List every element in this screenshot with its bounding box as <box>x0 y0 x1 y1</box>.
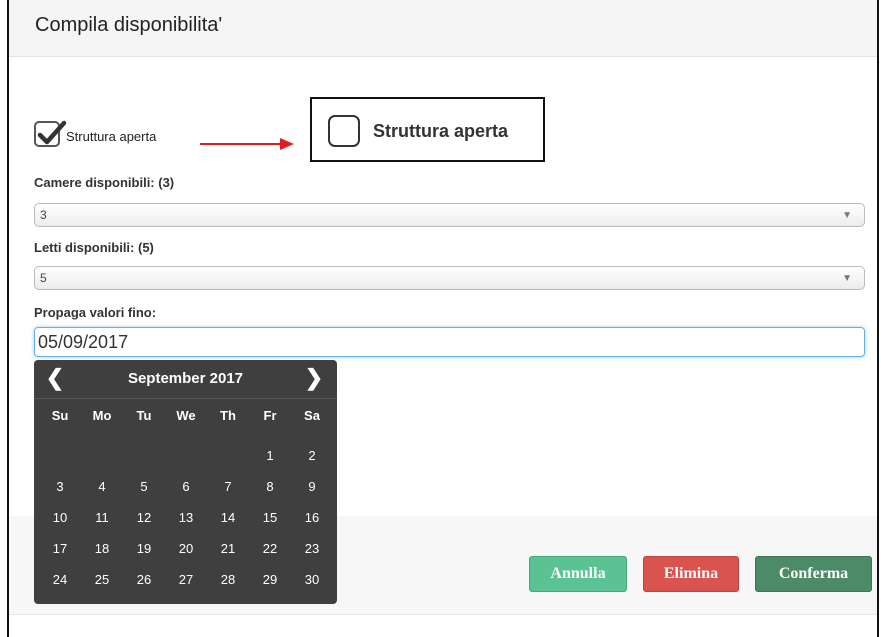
dow-label: Th <box>220 408 236 423</box>
calendar-day <box>81 445 123 467</box>
calendar-day[interactable]: 8 <box>249 476 291 498</box>
calendar-day[interactable]: 18 <box>81 538 123 560</box>
calendar-day[interactable]: 28 <box>207 569 249 591</box>
calendar-day[interactable]: 13 <box>165 507 207 529</box>
footer-divider <box>9 614 877 615</box>
calendar-day[interactable]: 20 <box>165 538 207 560</box>
calendar-week: 24 25 26 27 28 29 30 <box>39 569 333 591</box>
calendar-week: 1 2 <box>39 445 333 467</box>
calendar-day[interactable]: 23 <box>291 538 333 560</box>
chevron-down-icon: ▼ <box>842 273 852 284</box>
datepicker-header: ❮ September 2017 ❯ <box>34 360 337 398</box>
calendar-day[interactable]: 25 <box>81 569 123 591</box>
calendar-day[interactable]: 1 <box>249 445 291 467</box>
calendar-day[interactable]: 9 <box>291 476 333 498</box>
calendar-day[interactable]: 3 <box>39 476 81 498</box>
calendar-day[interactable]: 10 <box>39 507 81 529</box>
arrow-right-icon <box>200 138 294 150</box>
calendar-day[interactable]: 22 <box>249 538 291 560</box>
dow-label: Tu <box>136 408 152 423</box>
calendar-day[interactable]: 7 <box>207 476 249 498</box>
letti-select[interactable]: 5 ▼ <box>34 266 865 290</box>
propaga-label: Propaga valori fino: <box>34 305 157 320</box>
zoom-callout: Struttura aperta <box>310 97 545 162</box>
calendar-day[interactable]: 4 <box>81 476 123 498</box>
calendar-day[interactable]: 17 <box>39 538 81 560</box>
camere-value: 3 <box>40 208 47 222</box>
checkmark-icon <box>37 120 67 145</box>
calendar-week: 10 11 12 13 14 15 16 <box>39 507 333 529</box>
calendar-day[interactable]: 15 <box>249 507 291 529</box>
calendar-day[interactable]: 16 <box>291 507 333 529</box>
struttura-aperta-label: Struttura aperta <box>66 129 157 144</box>
modal-header: Compila disponibilita' <box>9 0 877 57</box>
camere-select[interactable]: 3 ▼ <box>34 203 865 227</box>
calendar-day[interactable]: 24 <box>39 569 81 591</box>
dow-label: Su <box>51 408 69 423</box>
propaga-date-input[interactable]: 05/09/2017 <box>34 327 865 357</box>
calendar-day[interactable]: 5 <box>123 476 165 498</box>
dow-label: Fr <box>263 408 277 423</box>
chevron-right-icon[interactable]: ❯ <box>301 365 327 391</box>
calendar-day[interactable]: 14 <box>207 507 249 529</box>
datepicker-divider <box>34 398 337 399</box>
chevron-down-icon: ▼ <box>842 210 852 221</box>
struttura-aperta-checkbox-zoomed <box>328 115 360 147</box>
letti-label: Letti disponibili: (5) <box>34 240 154 255</box>
calendar-day[interactable]: 29 <box>249 569 291 591</box>
calendar-day[interactable]: 12 <box>123 507 165 529</box>
calendar-day[interactable]: 26 <box>123 569 165 591</box>
dow-label: Mo <box>92 408 112 423</box>
elimina-button[interactable]: Elimina <box>643 556 739 592</box>
letti-value: 5 <box>40 271 47 285</box>
conferma-button[interactable]: Conferma <box>755 556 872 592</box>
calendar-day[interactable]: 27 <box>165 569 207 591</box>
calendar-week: 17 18 19 20 21 22 23 <box>39 538 333 560</box>
calendar-day[interactable]: 2 <box>291 445 333 467</box>
calendar-day[interactable]: 21 <box>207 538 249 560</box>
calendar-day <box>123 445 165 467</box>
calendar-day[interactable]: 30 <box>291 569 333 591</box>
calendar-day[interactable]: 11 <box>81 507 123 529</box>
calendar-day <box>207 445 249 467</box>
dow-label: We <box>176 408 196 423</box>
struttura-aperta-checkbox[interactable] <box>34 120 67 147</box>
calendar-week: 3 4 5 6 7 8 9 <box>39 476 333 498</box>
calendar-day <box>165 445 207 467</box>
annulla-button[interactable]: Annulla <box>529 556 627 592</box>
dow-label: Sa <box>304 408 320 423</box>
camere-label: Camere disponibili: (3) <box>34 175 175 190</box>
calendar-day <box>39 445 81 467</box>
datepicker: ❮ September 2017 ❯ Su Mo Tu We Th Fr Sa … <box>34 360 337 604</box>
datepicker-month-label[interactable]: September 2017 <box>34 370 337 387</box>
calendar-day[interactable]: 19 <box>123 538 165 560</box>
modal-title: Compila disponibilita' <box>35 14 223 36</box>
zoom-callout-label: Struttura aperta <box>373 121 509 141</box>
calendar-day[interactable]: 6 <box>165 476 207 498</box>
days-of-week-row: Su Mo Tu We Th Fr Sa <box>39 408 333 423</box>
